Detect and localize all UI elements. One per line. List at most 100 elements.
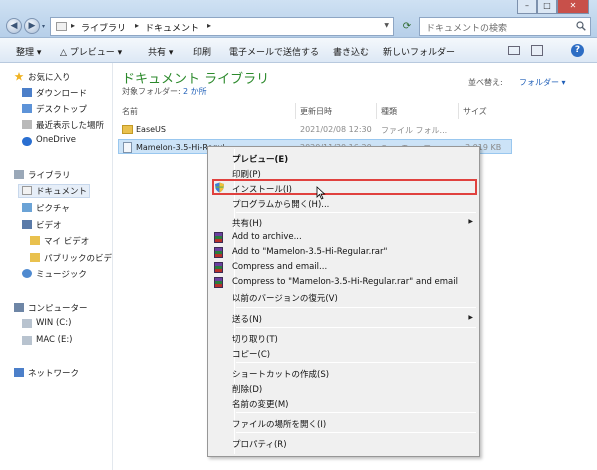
maximize-button[interactable]: □ <box>537 0 557 14</box>
arrange-by-dropdown[interactable]: フォルダー ▾ <box>519 77 566 88</box>
music-icon <box>22 269 32 278</box>
pane-divider[interactable] <box>112 63 113 470</box>
menu-item-open-with[interactable]: プログラムから開く(H)... <box>232 198 329 210</box>
drive-icon <box>22 319 32 328</box>
search-icon[interactable] <box>576 21 586 31</box>
folder-icon <box>122 125 133 134</box>
email-button[interactable]: 電子メールで送信する <box>229 45 319 58</box>
new-folder-button[interactable]: 新しいフォルダー <box>383 45 455 58</box>
menu-item-compress-email[interactable]: Compress and email... <box>232 262 327 272</box>
mouse-cursor-icon <box>316 186 326 200</box>
nav-documents[interactable]: ドキュメント <box>36 185 87 197</box>
column-type[interactable]: 種類 <box>381 106 397 117</box>
target-folders-link[interactable]: 2 か所 <box>183 86 207 97</box>
nav-my-videos[interactable]: マイ ビデオ <box>44 235 89 247</box>
organize-button[interactable]: 整理 ▾ <box>16 45 41 58</box>
file-type: ファイル フォル... <box>381 126 448 135</box>
view-options-icon[interactable] <box>508 46 520 55</box>
menu-item-copy[interactable]: コピー(C) <box>232 348 270 360</box>
nav-recent[interactable]: 最近表示した場所 <box>36 119 104 131</box>
nav-libraries[interactable]: ライブラリ <box>28 169 71 181</box>
column-divider[interactable] <box>458 103 459 119</box>
folder-icon <box>56 22 67 31</box>
watermark: EaseUS RecExperts <box>232 24 351 35</box>
menu-separator <box>236 327 476 328</box>
navigation-pane: お気に入り ダウンロード デスクトップ 最近表示した場所 OneDrive ライ… <box>0 63 112 470</box>
share-button[interactable]: 共有 ▾ <box>148 45 173 58</box>
file-date: 2021/02/08 12:30 <box>300 125 372 134</box>
target-folders-label: 対象フォルダー: <box>122 87 181 96</box>
menu-item-restore-versions[interactable]: 以前のバージョンの復元(V) <box>232 292 338 304</box>
title-bar: ◀ ▶ ▾ ▸ ライブラリ ▸ ドキュメント ▸ ▼ EaseUS RecExp… <box>0 0 597 38</box>
chevron-right-icon[interactable]: ▸ <box>207 21 211 30</box>
nav-drive-c[interactable]: WIN (C:) <box>36 318 71 328</box>
nav-pictures[interactable]: ピクチャ <box>36 202 70 214</box>
menu-item-create-shortcut[interactable]: ショートカットの作成(S) <box>232 368 329 380</box>
minimize-button[interactable]: – <box>517 0 537 14</box>
nav-onedrive[interactable]: OneDrive <box>36 135 76 145</box>
winrar-icon <box>214 247 223 258</box>
file-name: EaseUS <box>136 125 166 134</box>
menu-separator <box>236 412 476 413</box>
menu-item-delete[interactable]: 削除(D) <box>232 383 262 395</box>
menu-item-preview[interactable]: プレビュー(E) <box>232 153 288 165</box>
menu-item-open-location[interactable]: ファイルの場所を開く(I) <box>232 418 326 430</box>
forward-button[interactable]: ▶ <box>24 18 40 34</box>
library-title: ドキュメント ライブラリ <box>122 72 270 87</box>
drive-icon <box>22 336 32 345</box>
breadcrumb-documents[interactable]: ドキュメント <box>145 21 199 34</box>
back-button[interactable]: ◀ <box>6 18 22 34</box>
nav-network[interactable]: ネットワーク <box>28 367 79 379</box>
folder-icon <box>30 253 40 262</box>
search-placeholder: ドキュメントの検索 <box>426 24 508 34</box>
chevron-right-icon[interactable]: ▸ <box>71 21 75 30</box>
chevron-down-icon[interactable]: ▼ <box>384 22 389 29</box>
menu-separator <box>236 307 476 308</box>
menu-item-send-to[interactable]: 送る(N) <box>232 313 262 325</box>
file-row[interactable]: EaseUS 2021/02/08 12:30 ファイル フォル... <box>118 122 512 137</box>
search-input[interactable]: ドキュメントの検索 <box>419 17 591 36</box>
nav-desktop[interactable]: デスクトップ <box>36 103 87 115</box>
recent-places-icon <box>22 120 32 129</box>
preview-button[interactable]: △ プレビュー ▾ <box>60 45 122 58</box>
menu-item-add-archive[interactable]: Add to archive... <box>232 232 302 242</box>
menu-item-install[interactable]: インストール(I) <box>232 183 292 195</box>
burn-button[interactable]: 書き込む <box>333 45 369 58</box>
chevron-right-icon[interactable]: ▸ <box>135 21 139 30</box>
column-divider[interactable] <box>295 103 296 119</box>
nav-videos[interactable]: ビデオ <box>36 219 62 231</box>
submenu-arrow-icon: ▶ <box>468 314 473 321</box>
help-icon[interactable]: ? <box>571 44 584 57</box>
close-button[interactable]: ✕ <box>557 0 589 14</box>
menu-item-properties[interactable]: プロパティ(R) <box>232 438 287 450</box>
nav-drive-e[interactable]: MAC (E:) <box>36 335 73 345</box>
column-divider[interactable] <box>376 103 377 119</box>
nav-music[interactable]: ミュージック <box>36 268 87 280</box>
menu-separator <box>236 432 476 433</box>
nav-computer[interactable]: コンピューター <box>28 302 88 314</box>
menu-item-cut[interactable]: 切り取り(T) <box>232 333 278 345</box>
nav-public-videos[interactable]: パブリックのビデ <box>44 252 112 264</box>
preview-pane-icon[interactable] <box>531 45 543 56</box>
recent-pages-dropdown[interactable]: ▾ <box>42 23 45 30</box>
column-name[interactable]: 名前 <box>122 106 138 117</box>
cloud-icon <box>22 137 32 146</box>
nav-downloads[interactable]: ダウンロード <box>36 87 87 99</box>
library-icon <box>14 170 24 179</box>
column-size[interactable]: サイズ <box>463 106 487 117</box>
column-date[interactable]: 更新日時 <box>300 106 332 117</box>
context-menu: プレビュー(E) 印刷(P) インストール(I) プログラムから開く(H)...… <box>207 146 480 457</box>
breadcrumb-libraries[interactable]: ライブラリ <box>81 21 126 34</box>
refresh-button[interactable]: ⟳ <box>398 19 416 34</box>
menu-item-add-rar[interactable]: Add to "Mamelon-3.5-Hi-Regular.rar" <box>232 247 387 257</box>
menu-item-share[interactable]: 共有(H) <box>232 217 262 229</box>
video-icon <box>22 220 32 229</box>
nav-favorites[interactable]: お気に入り <box>28 71 71 83</box>
print-button[interactable]: 印刷 <box>193 45 211 58</box>
menu-item-rename[interactable]: 名前の変更(M) <box>232 398 288 410</box>
menu-item-compress-rar-email[interactable]: Compress to "Mamelon-3.5-Hi-Regular.rar"… <box>232 277 458 287</box>
picture-icon <box>22 203 32 212</box>
submenu-arrow-icon: ▶ <box>468 218 473 225</box>
winrar-icon <box>214 277 223 288</box>
folder-icon <box>30 236 40 245</box>
